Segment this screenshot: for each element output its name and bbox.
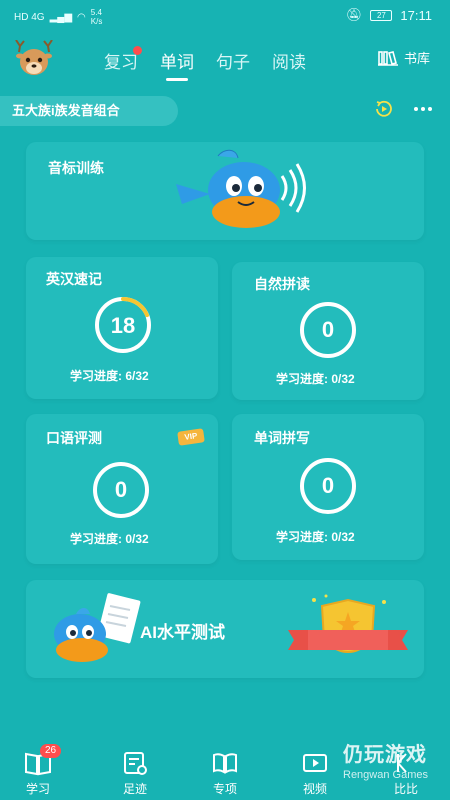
watermark: 仍玩游戏 Rengwan Games: [343, 738, 428, 781]
oral-test-progress-value: 0/32: [125, 532, 149, 546]
nav-study[interactable]: 26 学习: [8, 744, 68, 797]
natural-phonics-progress-label: 学习进度:: [276, 372, 328, 386]
spelling-title: 单词拼写: [254, 430, 310, 446]
library-button[interactable]: 书库: [377, 48, 430, 67]
battery-level: 27: [376, 10, 386, 20]
network-speed: 5.4 K/s: [90, 8, 103, 26]
nav-compare-label: 比比: [393, 782, 418, 796]
nav-footprints[interactable]: 足迹: [105, 750, 165, 797]
phonics-title: 音标训练: [48, 160, 104, 176]
tab-words[interactable]: 单词: [160, 48, 194, 79]
oral-test-progress-label: 学习进度:: [70, 532, 122, 546]
nav-study-label: 学习: [25, 782, 50, 796]
memorize-count: 18: [111, 313, 135, 338]
clock: 17:11: [400, 7, 432, 23]
video-icon: [303, 754, 327, 772]
play-history-icon[interactable]: [374, 100, 394, 118]
tab-review-label: 复习: [104, 53, 138, 72]
mute-icon: 🔕︎: [345, 7, 363, 22]
main-tabs: 复习 单词 句子 阅读: [104, 46, 306, 79]
memorize-card[interactable]: 英汉速记 18 学习进度: 6/32: [26, 257, 218, 399]
memorize-progress-label: 学习进度:: [70, 369, 122, 383]
watermark-subtitle: Rengwan Games: [343, 769, 428, 781]
top-navigation: 复习 单词 句子 阅读 书库: [0, 34, 450, 86]
oral-test-count: 0: [93, 462, 149, 518]
oral-test-progress: 学习进度: 0/32: [70, 530, 149, 547]
nav-video-label: 视频: [302, 782, 327, 796]
tab-review[interactable]: 复习: [104, 46, 142, 79]
course-title: 五大族i族发音组合: [12, 103, 120, 118]
tab-reading[interactable]: 阅读: [272, 48, 306, 79]
tab-sentences-label: 句子: [216, 53, 250, 72]
calendar-icon: [124, 752, 147, 775]
spelling-progress-label: 学习进度:: [276, 530, 328, 544]
study-badge: 26: [40, 744, 62, 758]
spelling-progress: 学习进度: 0/32: [276, 528, 355, 545]
memorize-title: 英汉速记: [46, 271, 102, 287]
course-selector[interactable]: 五大族i族发音组合: [0, 96, 178, 126]
oral-test-card[interactable]: 口语评测 VIP 0 学习进度: 0/32: [26, 414, 218, 564]
ai-test-card[interactable]: AI水平测试: [26, 580, 424, 678]
nav-footprints-label: 足迹: [122, 782, 147, 796]
vip-badge: VIP: [177, 428, 205, 446]
more-options-icon[interactable]: [414, 106, 432, 112]
nav-special[interactable]: 专项: [195, 750, 255, 797]
natural-phonics-progress-value: 0/32: [331, 372, 355, 386]
oral-test-title: 口语评测: [46, 430, 102, 446]
spelling-count: 0: [300, 458, 356, 514]
library-label: 书库: [403, 51, 430, 66]
tab-reading-label: 阅读: [272, 53, 306, 72]
course-actions: [374, 100, 432, 118]
notification-dot: [133, 46, 142, 55]
natural-phonics-title: 自然拼读: [254, 276, 310, 292]
memorize-progress: 学习进度: 6/32: [70, 367, 149, 384]
memorize-progress-ring: 18: [95, 297, 151, 353]
tab-words-label: 单词: [160, 53, 194, 72]
spelling-progress-value: 0/32: [331, 530, 355, 544]
natural-phonics-progress: 学习进度: 0/32: [276, 370, 355, 387]
network-indicator: HD 4G: [14, 11, 45, 23]
ai-test-title: AI水平测试: [140, 623, 225, 642]
nav-video[interactable]: 视频: [285, 750, 345, 797]
bookshelf-icon: [377, 50, 398, 66]
nav-special-label: 专项: [212, 782, 237, 796]
phonics-card[interactable]: 音标训练: [26, 142, 424, 240]
status-bar: HD 4G ▂▄▆ ◠ 5.4 K/s 🔕︎ 27 17:11: [0, 0, 450, 30]
spelling-card[interactable]: 单词拼写 0 学习进度: 0/32: [232, 414, 424, 560]
battery-icon: 27: [370, 9, 393, 21]
memorize-progress-value: 6/32: [125, 369, 149, 383]
wifi-icon: ◠: [77, 11, 86, 23]
signal-icon: ▂▄▆: [49, 11, 73, 23]
fish-mascot-icon: [176, 149, 306, 228]
natural-phonics-count: 0: [300, 302, 356, 358]
tab-sentences[interactable]: 句子: [216, 48, 250, 79]
natural-phonics-card[interactable]: 自然拼读 0 学习进度: 0/32: [232, 262, 424, 400]
shield-badge-icon: [288, 594, 408, 653]
watermark-title: 仍玩游戏: [343, 744, 427, 766]
deer-avatar-icon[interactable]: [12, 40, 56, 78]
open-book-icon: [213, 753, 237, 774]
